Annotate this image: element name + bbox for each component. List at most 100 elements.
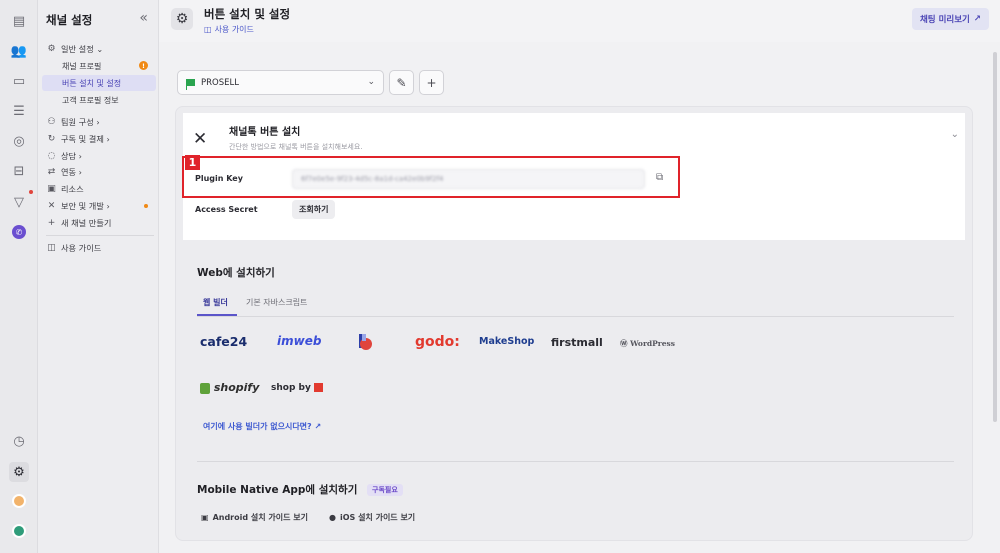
- guide-link[interactable]: ◫ 사용 가이드: [204, 24, 254, 35]
- tools-icon: ✕: [47, 201, 56, 211]
- chat-icon: ◌: [47, 151, 56, 161]
- book-icon: ◫: [204, 25, 212, 34]
- wordpress-icon: Ⓦ: [620, 339, 628, 348]
- shopify-icon: [200, 382, 210, 394]
- ios-guide-label: iOS 설치 가이드 보기: [339, 513, 416, 522]
- edit-icon: ✎: [396, 75, 407, 90]
- gear-icon[interactable]: ⚙: [9, 462, 29, 482]
- android-guide-link[interactable]: ▣ Android 설치 가이드 보기: [201, 512, 308, 523]
- sidebar-item-label: 연동 ›: [61, 167, 82, 177]
- sidebar-item-label: 리소스: [61, 184, 84, 194]
- notification-dot: [29, 190, 33, 194]
- tab-web-builder[interactable]: 웹 빌더: [203, 297, 228, 308]
- filter-icon[interactable]: ▽: [10, 193, 28, 211]
- warning-badge: !: [139, 61, 148, 70]
- sidebar-item-channel-profile[interactable]: 채널 프로필 !: [42, 58, 156, 74]
- scrollbar[interactable]: [993, 52, 997, 422]
- divider: [197, 316, 954, 317]
- divider: [46, 235, 154, 236]
- robot-icon[interactable]: ⊟: [10, 162, 28, 180]
- users-icon: ⚇: [47, 117, 56, 127]
- sidebar-item-label: 팀원 구성 ›: [61, 117, 100, 127]
- swap-icon: ⇄: [47, 167, 56, 177]
- edit-channel-button[interactable]: ✎: [389, 70, 414, 95]
- mobile-install-title: Mobile Native App에 설치하기 구독필요: [197, 482, 403, 497]
- builder-godomall-icon[interactable]: [356, 333, 374, 355]
- chat-preview-button[interactable]: 채팅 미리보기 ↗: [911, 8, 989, 30]
- sidebar-item-resource[interactable]: ▣ 리소스: [46, 181, 84, 197]
- chat-preview-label: 채팅 미리보기: [919, 15, 970, 25]
- clock-icon[interactable]: ◷: [10, 432, 28, 450]
- sidebar-item-security[interactable]: ✕ 보안 및 개발 ›: [46, 198, 148, 214]
- shopify-label: shopify: [213, 381, 260, 394]
- sidebar-item-customer-profile[interactable]: 고객 프로필 정보: [42, 92, 156, 108]
- list-icon[interactable]: ☰: [10, 102, 28, 120]
- builder-makeshop[interactable]: MakeShop: [479, 336, 534, 347]
- external-link-icon: ↗: [973, 14, 981, 24]
- book-icon: ◫: [47, 243, 56, 253]
- sidebar-item-new-channel[interactable]: + 새 채널 만들기: [46, 215, 112, 231]
- sidebar-item-integration[interactable]: ⇄ 연동 ›: [46, 164, 82, 180]
- resource-icon: ▣: [47, 184, 56, 194]
- shopby-icon: [313, 383, 323, 392]
- ios-guide-link[interactable]: ● iOS 설치 가이드 보기: [329, 512, 415, 523]
- sidebar-item-label: 고객 프로필 정보: [62, 95, 119, 105]
- shopby-label: shop by: [271, 383, 311, 393]
- builder-wordpress[interactable]: Ⓦ WordPress: [620, 338, 675, 349]
- plus-icon: +: [47, 218, 56, 228]
- refresh-icon: ↻: [47, 134, 56, 144]
- builder-cafe24[interactable]: cafe24: [200, 334, 247, 349]
- sidebar-item-label: 구독 및 결제 ›: [61, 134, 110, 144]
- sidebar-item-button-install[interactable]: 버튼 설치 및 설정: [42, 75, 156, 91]
- notification-dot: [143, 204, 148, 208]
- builder-shopify[interactable]: shopify: [200, 381, 259, 394]
- chevron-down-icon[interactable]: ⌄: [951, 129, 959, 140]
- flag-icon: [186, 79, 195, 90]
- builder-godo[interactable]: godo:: [415, 334, 460, 350]
- web-install-title: Web에 설치하기: [197, 267, 275, 279]
- builder-imweb[interactable]: imweb: [277, 334, 321, 348]
- channel-selector[interactable]: PROSELL ⌄: [177, 70, 384, 95]
- wordpress-label: WordPress: [630, 339, 675, 348]
- page-title: 버튼 설치 및 설정: [204, 7, 291, 21]
- add-channel-button[interactable]: +: [419, 70, 444, 95]
- avatar[interactable]: [10, 492, 28, 510]
- settings-sidebar: 채널 설정 « ⚙ 일반 설정 ⌄ 채널 프로필 ! 버튼 설치 및 설정 고객…: [38, 0, 159, 553]
- icon-rail: ▤ 👥 ▭ ☰ ◎ ⊟ ▽ ✆ ◷ ⚙: [0, 0, 38, 553]
- plus-icon: +: [426, 75, 437, 90]
- missing-builder-link[interactable]: 여기에 사용 빌더가 없으시다면? ↗: [203, 421, 321, 432]
- view-secret-button[interactable]: 조회하기: [292, 200, 336, 219]
- annotation-number: 1: [185, 155, 200, 170]
- builder-firstmall[interactable]: firstmall: [551, 336, 603, 349]
- sidebar-item-general[interactable]: ⚙ 일반 설정 ⌄: [46, 41, 103, 57]
- page-header: ⚙ 버튼 설치 및 설정 ◫ 사용 가이드 채팅 미리보기 ↗: [159, 0, 1000, 42]
- badge-icon[interactable]: ◎: [10, 132, 28, 150]
- collapse-sidebar-icon[interactable]: «: [139, 10, 148, 26]
- sidebar-item-team[interactable]: ⚇ 팀원 구성 ›: [46, 114, 100, 130]
- annotation-highlight-box: [182, 156, 680, 198]
- guide-link-label: 사용 가이드: [214, 25, 254, 34]
- sidebar-item-label: 채널 프로필: [62, 61, 102, 71]
- sidebar-item-guide[interactable]: ◫ 사용 가이드: [46, 240, 101, 256]
- users-icon[interactable]: 👥: [10, 42, 28, 60]
- inbox-icon[interactable]: ▭: [10, 72, 28, 90]
- sidebar-item-consult[interactable]: ◌ 상담 ›: [46, 148, 82, 164]
- panel-title: 채널톡 버튼 설치: [229, 127, 301, 138]
- sidebar-item-label: 새 채널 만들기: [61, 218, 112, 228]
- tools-icon: ✕: [193, 129, 208, 149]
- document-icon[interactable]: ▤: [10, 12, 28, 30]
- gear-icon: ⚙: [171, 8, 193, 30]
- gear-icon: ⚙: [47, 44, 56, 54]
- sidebar-item-subscription[interactable]: ↻ 구독 및 결제 ›: [46, 131, 110, 147]
- phone-icon[interactable]: ✆: [10, 223, 28, 241]
- sidebar-item-label: 일반 설정 ⌄: [61, 44, 104, 54]
- panel-description: 간단한 방법으로 채널톡 버튼을 설치해보세요.: [229, 143, 363, 151]
- sidebar-title: 채널 설정: [46, 13, 93, 27]
- avatar-secondary[interactable]: [10, 522, 28, 540]
- builder-shopby[interactable]: shop by: [271, 383, 323, 393]
- android-icon: ▣: [201, 513, 209, 522]
- divider: [197, 461, 954, 462]
- chevron-down-icon: ⌄: [367, 77, 375, 87]
- mobile-install-title-text: Mobile Native App에 설치하기: [197, 484, 358, 496]
- tab-javascript[interactable]: 기본 자바스크립트: [246, 297, 307, 308]
